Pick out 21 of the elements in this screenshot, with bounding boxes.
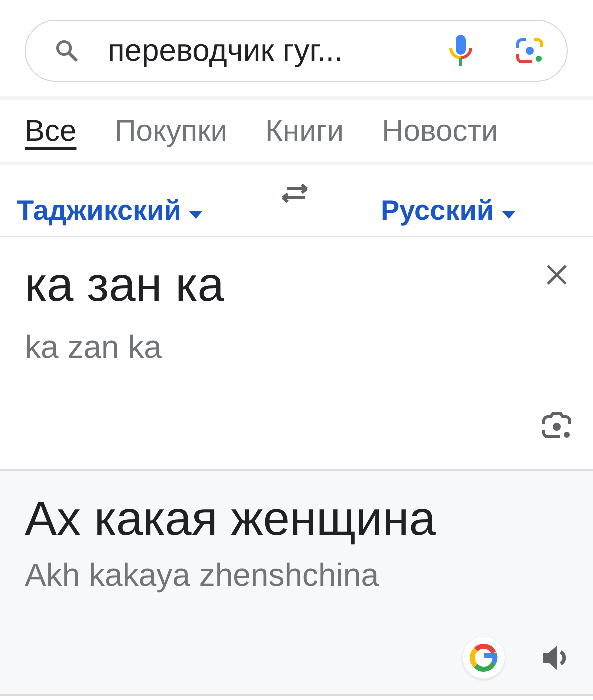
- caret-icon: [502, 211, 516, 219]
- translation-transliteration: Akh kakaya zhenshchina: [25, 556, 380, 595]
- camera-icon[interactable]: [515, 36, 545, 66]
- search-tab[interactable]: Все: [25, 110, 77, 154]
- input-text[interactable]: ка зан ка: [25, 255, 568, 317]
- search-tab[interactable]: Книги: [266, 110, 344, 154]
- caret-icon: [189, 211, 204, 219]
- search-query: переводчик гуг...: [108, 32, 344, 70]
- close-icon[interactable]: [546, 264, 568, 286]
- search-tab[interactable]: Покупки: [114, 110, 228, 154]
- microphone-icon[interactable]: [447, 34, 475, 68]
- swap-icon[interactable]: [279, 182, 311, 206]
- google-logo-icon: [470, 644, 498, 672]
- search-tab[interactable]: Новости: [382, 110, 498, 154]
- target-language-dropdown[interactable]: Русский: [381, 190, 516, 232]
- input-transliteration: ka zan ka: [25, 328, 163, 367]
- source-language-dropdown[interactable]: Таджикский: [17, 190, 267, 232]
- translation-text: Ах какая женщина: [25, 492, 437, 548]
- search-icon: [54, 38, 80, 64]
- search-field[interactable]: переводчик гуг...: [25, 20, 568, 82]
- google-logo-button[interactable]: [463, 637, 505, 679]
